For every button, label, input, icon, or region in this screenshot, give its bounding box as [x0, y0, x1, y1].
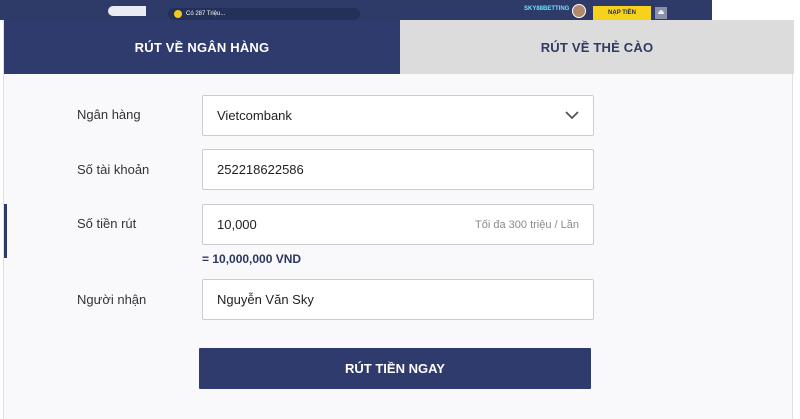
site-header: Có 287 Triệu... SKY88BETTING NẠP TIỀN ⏏	[0, 0, 712, 20]
chevron-down-icon	[565, 109, 579, 123]
bank-label: Ngân hàng	[77, 107, 141, 122]
logout-icon[interactable]: ⏏	[655, 7, 667, 19]
recipient-label: Người nhận	[77, 292, 147, 307]
brand-name: SKY88BETTING	[524, 6, 570, 12]
account-label: Số tài khoản	[77, 162, 150, 177]
deposit-button[interactable]: NẠP TIỀN	[593, 6, 651, 20]
tab-bank-withdraw[interactable]: RÚT VỀ NGÂN HÀNG	[4, 20, 400, 74]
account-value: 252218622586	[217, 162, 304, 177]
bank-select[interactable]: Vietcombank	[202, 95, 594, 136]
withdraw-panel: RÚT VỀ NGÂN HÀNG RÚT VỀ THẺ CÀO Ngân hàn…	[3, 20, 794, 419]
withdraw-tabs: RÚT VỀ NGÂN HÀNG RÚT VỀ THẺ CÀO	[4, 20, 794, 74]
amount-field[interactable]: 10,000 Tối đa 300 triệu / Lần	[202, 204, 594, 245]
promo-text: Có 287 Triệu...	[186, 11, 226, 17]
promo-banner[interactable]: Có 287 Triệu...	[168, 8, 360, 20]
side-indicator	[4, 204, 7, 258]
amount-limit-hint: Tối đa 300 triệu / Lần	[475, 218, 579, 231]
site-logo	[108, 6, 146, 16]
amount-value: 10,000	[217, 217, 257, 232]
amount-label: Số tiền rút	[77, 216, 137, 231]
bank-value: Vietcombank	[217, 108, 292, 123]
tab-card-withdraw[interactable]: RÚT VỀ THẺ CÀO	[400, 20, 794, 74]
avatar[interactable]	[572, 4, 586, 18]
converted-amount: = 10,000,000 VND	[202, 252, 302, 266]
recipient-field[interactable]: Nguyễn Văn Sky	[202, 279, 594, 320]
recipient-value: Nguyễn Văn Sky	[217, 292, 314, 307]
account-number-field[interactable]: 252218622586	[202, 149, 594, 190]
withdraw-now-button[interactable]: RÚT TIỀN NGAY	[199, 348, 591, 389]
coin-icon	[174, 10, 182, 18]
